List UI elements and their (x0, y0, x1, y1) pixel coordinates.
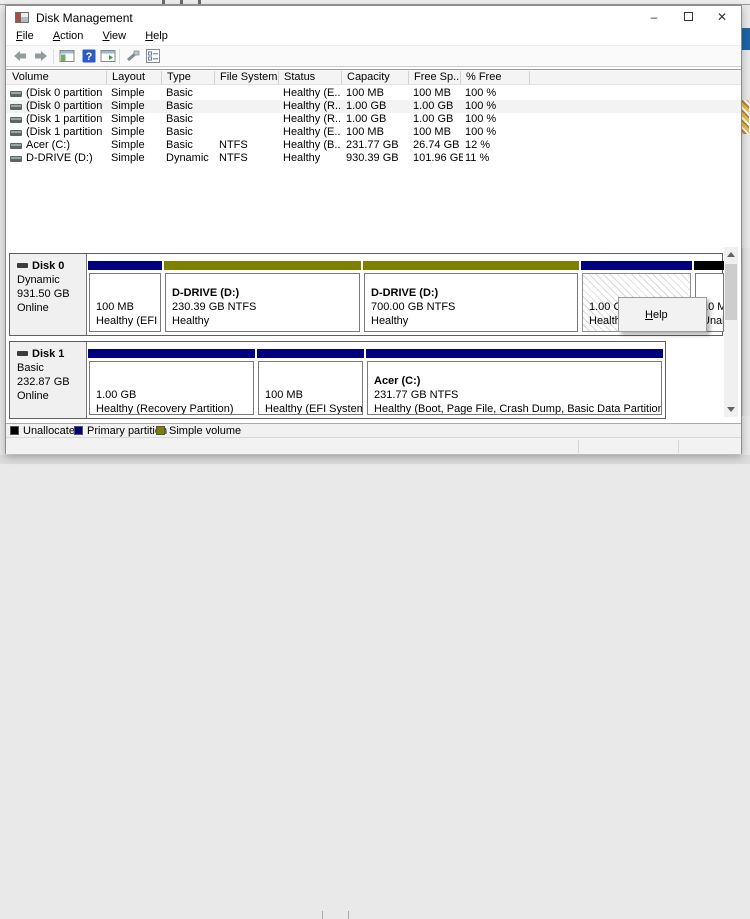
table-row[interactable]: Acer (C:) Simple Basic NTFS Healthy (B..… (6, 139, 741, 152)
table-row[interactable]: (Disk 1 partition 2) Simple Basic Health… (6, 126, 741, 139)
simple-volume-swatch (156, 426, 165, 435)
context-menu: Help (618, 297, 707, 332)
background-window-bottom-edge (0, 455, 750, 464)
disk-1-row: Disk 1 Basic 232.87 GB Online 1.00 GB He… (9, 341, 666, 419)
menu-file[interactable]: File (8, 29, 42, 43)
title-bar[interactable]: Disk Management – ✕ (6, 6, 741, 29)
statusbar-divider (678, 440, 679, 453)
partition-efi[interactable]: 100 MB Healthy (EFI System Partition) (257, 342, 364, 418)
partition-acer-c[interactable]: Acer (C:) 231.77 GB NTFS Healthy (Boot, … (366, 342, 663, 418)
column-header-freespace[interactable]: Free Sp... (408, 71, 460, 85)
toolbar-separator (53, 49, 54, 64)
column-header-pctfree[interactable]: % Free (460, 71, 529, 85)
disk-0-row: Disk 0 Dynamic 931.50 GB Online 100 MB H… (9, 253, 723, 336)
volume-icon (10, 143, 22, 149)
table-row[interactable]: (Disk 1 partition 1) Simple Basic Health… (6, 113, 741, 126)
disk-management-icon (15, 12, 29, 23)
graphical-view-pane: Disk 0 Dynamic 931.50 GB Online 100 MB H… (6, 249, 741, 423)
background-window-right-edge (742, 28, 750, 50)
disk-type: Dynamic (17, 273, 86, 287)
legend-simple-volume: Simple volume (156, 425, 241, 437)
column-header-capacity[interactable]: Capacity (341, 71, 408, 85)
partition-efi[interactable]: 100 MB Healthy (EFI System Partition) (88, 254, 162, 335)
background-text-fragment (162, 0, 165, 4)
minimize-button[interactable]: – (637, 6, 671, 29)
disk-icon (17, 263, 28, 268)
partition-recovery[interactable]: 1.00 GB Healthy (Recovery Partition) (88, 342, 255, 418)
close-button[interactable]: ✕ (705, 6, 739, 29)
column-header-volume[interactable]: Volume (6, 71, 106, 85)
scroll-up-arrow[interactable] (724, 247, 738, 262)
unallocated-swatch (10, 426, 19, 435)
column-header-type[interactable]: Type (161, 71, 214, 85)
table-row[interactable]: D-DRIVE (D:) Simple Dynamic NTFS Healthy… (6, 152, 741, 165)
disk-size: 232.87 GB (17, 375, 86, 389)
status-bar (6, 437, 741, 454)
disk-icon (17, 351, 28, 356)
menu-view[interactable]: View (94, 29, 134, 43)
volume-list-pane: Volume Layout Type File System Status Ca… (6, 67, 741, 249)
disk-1-header[interactable]: Disk 1 Basic 232.87 GB Online (10, 342, 87, 418)
column-header-filesystem[interactable]: File System (214, 71, 278, 85)
toolbar-separator (119, 49, 120, 64)
toolbar: ? (6, 45, 741, 67)
legend-bar: Unallocated Primary partition Simple vol… (6, 423, 741, 437)
disk-0-header[interactable]: Disk 0 Dynamic 931.50 GB Online (10, 254, 87, 335)
console-tree-icon[interactable] (57, 49, 77, 65)
volume-table-header: Volume Layout Type File System Status Ca… (6, 69, 741, 85)
scrollbar-thumb[interactable] (725, 264, 737, 320)
primary-partition-swatch (74, 426, 83, 435)
column-header-status[interactable]: Status (278, 71, 341, 85)
menu-action[interactable]: Action (45, 29, 92, 43)
help-icon[interactable]: ? (79, 49, 99, 65)
partition-d-drive-1[interactable]: D-DRIVE (D:) 230.39 GB NTFS Healthy (164, 254, 361, 335)
action-pane-icon[interactable] (98, 49, 118, 65)
popup-menu-icon[interactable] (123, 49, 143, 65)
properties-icon[interactable] (143, 49, 163, 65)
forward-icon[interactable] (31, 49, 51, 65)
background-divider (348, 911, 349, 919)
disk-status: Online (17, 301, 86, 315)
disk-management-window: Disk Management – ✕ File Action View Hel… (5, 5, 742, 454)
menu-bar: File Action View Help (6, 29, 741, 45)
window-title: Disk Management (36, 11, 133, 25)
background-text-fragment (198, 0, 201, 4)
background-divider (322, 911, 323, 919)
volume-icon (10, 117, 22, 123)
context-menu-item-help[interactable]: Help (619, 305, 706, 325)
statusbar-divider (578, 440, 579, 453)
background-text-fragment (180, 0, 183, 4)
background-window-right-edge (742, 248, 750, 416)
volume-icon (10, 130, 22, 136)
column-header-layout[interactable]: Layout (106, 71, 161, 85)
table-row[interactable]: (Disk 0 partition 5) Simple Basic Health… (6, 100, 741, 113)
volume-icon (10, 104, 22, 110)
menu-help[interactable]: Help (137, 29, 176, 43)
vertical-scrollbar[interactable] (724, 247, 738, 417)
volume-icon (10, 91, 22, 97)
svg-text:?: ? (86, 51, 93, 63)
disk-type: Basic (17, 361, 86, 375)
maximize-button[interactable] (671, 6, 705, 29)
legend-primary-partition: Primary partition (74, 425, 167, 437)
scroll-down-arrow[interactable] (724, 402, 738, 417)
partition-d-drive-2[interactable]: D-DRIVE (D:) 700.00 GB NTFS Healthy (363, 254, 579, 335)
disk-size: 931.50 GB (17, 287, 86, 301)
back-icon[interactable] (10, 49, 30, 65)
legend-unallocated: Unallocated (10, 425, 81, 437)
table-row[interactable]: (Disk 0 partition 1) Simple Basic Health… (6, 87, 741, 100)
disk-status: Online (17, 389, 86, 403)
volume-icon (10, 156, 22, 162)
